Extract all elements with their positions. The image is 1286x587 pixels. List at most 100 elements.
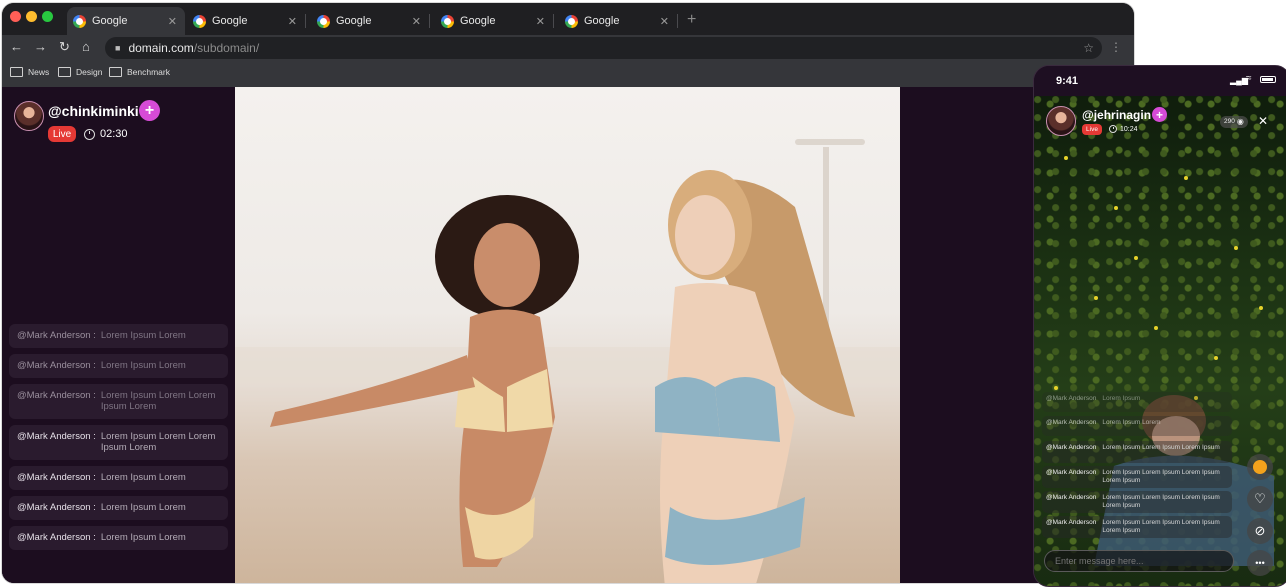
- tab-close-icon[interactable]: ✕: [168, 15, 177, 28]
- phone-chat-message: @Mark Anderson Lorem Ipsum Lorem Ipsum L…: [1042, 516, 1232, 538]
- chat-text: Lorem Ipsum Lorem: [100, 502, 186, 513]
- google-favicon-icon: [73, 14, 86, 28]
- google-favicon-icon: [317, 14, 330, 28]
- phone-streamer-username[interactable]: @jehrinagin: [1082, 108, 1151, 122]
- tab-close-icon[interactable]: ✕: [412, 15, 421, 28]
- stream-duration: 02:30: [100, 128, 128, 140]
- chat-username: @Mark Anderson: [1046, 444, 1097, 451]
- tab-close-icon[interactable]: ✕: [660, 15, 669, 28]
- chat-username: @Mark Anderson: [1046, 469, 1097, 476]
- streamer-username[interactable]: @chinkiminki: [48, 103, 139, 119]
- google-favicon-icon: [193, 14, 206, 28]
- chat-text: Lorem Ipsum Lorem: [100, 330, 186, 341]
- chat-message: @Mark Anderson : Lorem Ipsum Lorem Lorem…: [9, 425, 228, 460]
- google-favicon-icon: [565, 14, 578, 28]
- bookmark-design[interactable]: Design: [58, 67, 102, 77]
- streamer-avatar[interactable]: [14, 101, 44, 131]
- like-heart-button[interactable]: ♡: [1247, 486, 1273, 512]
- chat-text: Lorem Ipsum Lorem Lorem Ipsum Lorem: [100, 390, 216, 412]
- live-video-frame[interactable]: [235, 87, 900, 583]
- chat-text: Lorem Ipsum Lorem Ipsum Lorem Ipsum Lore…: [1102, 469, 1220, 484]
- bookmark-star-icon[interactable]: ☆: [1083, 41, 1094, 55]
- wifi-icon: ≈: [1246, 73, 1252, 84]
- more-options-button[interactable]: •••: [1247, 550, 1273, 576]
- phone-follow-plus-button[interactable]: +: [1152, 107, 1167, 122]
- close-stream-button[interactable]: ✕: [1258, 114, 1268, 128]
- home-icon[interactable]: ⌂: [82, 39, 90, 54]
- phone-chat-message: @Mark Anderson Lorem Ipsum Lorem Ipsum L…: [1042, 441, 1232, 463]
- bookmark-label: Benchmark: [127, 67, 170, 77]
- lock-icon: ■: [115, 43, 121, 53]
- chat-username: @Mark Anderson: [1046, 519, 1097, 526]
- bookmark-news[interactable]: News: [10, 67, 49, 77]
- chat-text: Lorem Ipsum: [1102, 395, 1141, 402]
- bookmarks-bar: News Design Benchmark: [2, 61, 1134, 88]
- bookmark-label: Design: [76, 67, 103, 77]
- chat-username: @Mark Anderson: [1046, 395, 1097, 402]
- tab-close-icon[interactable]: ✕: [536, 15, 545, 28]
- address-bar[interactable]: ■ domain.com /subdomain/ ☆: [105, 37, 1102, 59]
- menu-kebab-icon[interactable]: ⋮: [1110, 40, 1122, 54]
- mute-button[interactable]: ⊘: [1247, 518, 1273, 544]
- gift-coin-button[interactable]: [1247, 454, 1273, 480]
- phone-chat-message: @Mark Anderson Lorem Ipsum Lorem Ipsum L…: [1042, 466, 1232, 488]
- google-favicon-icon: [441, 14, 454, 28]
- chat-username: @Mark Anderson :: [17, 472, 96, 483]
- tab-label: Google: [460, 15, 496, 27]
- coin-icon: [1253, 460, 1267, 474]
- chat-username: @Mark Anderson :: [17, 431, 96, 442]
- battery-icon: [1260, 76, 1276, 83]
- muted-icon: ⊘: [1254, 523, 1266, 538]
- chat-message: @Mark Anderson : Lorem Ipsum Lorem: [9, 496, 228, 520]
- chat-text: Lorem Ipsum Lorem Ipsum Lorem Ipsum: [1102, 444, 1220, 451]
- tab-label: Google: [92, 15, 128, 27]
- maximize-window-button[interactable]: [42, 11, 53, 22]
- phone-status-bar: 9:41 ▂▄▆ ≈: [1034, 66, 1286, 96]
- tab-label: Google: [336, 15, 372, 27]
- tab-close-icon[interactable]: ✕: [288, 15, 297, 28]
- tab-5[interactable]: Google ✕: [559, 7, 678, 35]
- phone-stream-timer: 10:24: [1109, 125, 1138, 133]
- reload-icon[interactable]: ↻: [59, 39, 70, 55]
- viewer-count-badge: 290 ◉: [1220, 116, 1248, 128]
- minimize-window-button[interactable]: [26, 11, 37, 22]
- heart-icon: ♡: [1254, 491, 1266, 506]
- tab-separator: [429, 14, 430, 28]
- chat-username: @Mark Anderson :: [17, 330, 96, 341]
- tab-3[interactable]: Google ✕: [311, 7, 430, 35]
- chat-username: @Mark Anderson :: [17, 390, 96, 401]
- follow-plus-button[interactable]: +: [139, 100, 160, 121]
- close-window-button[interactable]: [10, 11, 21, 22]
- tab-separator: [553, 14, 554, 28]
- browser-toolbar: ← → ↻ ⌂ ■ domain.com /subdomain/ ☆ ⋮: [2, 35, 1134, 61]
- bookmark-benchmark[interactable]: Benchmark: [109, 67, 170, 77]
- phone-streamer-avatar[interactable]: [1046, 106, 1076, 136]
- chat-text: Lorem Ipsum Lorem Lorem Ipsum Lorem: [100, 431, 216, 453]
- alarm-clock-icon: [1109, 125, 1117, 133]
- chat-username: @Mark Anderson :: [17, 360, 96, 371]
- chat-message: @Mark Anderson : Lorem Ipsum Lorem: [9, 354, 228, 378]
- folder-icon: [109, 67, 122, 77]
- tab-2[interactable]: Google ✕: [187, 7, 306, 35]
- beach-video-illustration: [235, 139, 900, 583]
- chat-message: @Mark Anderson : Lorem Ipsum Lorem: [9, 526, 228, 550]
- url-domain: domain.com: [128, 41, 194, 55]
- phone-chat-message: @Mark Anderson Lorem Ipsum Lorem: [1042, 416, 1232, 436]
- new-tab-button[interactable]: +: [687, 11, 696, 29]
- stream-sidebar: @chinkiminki + Live 02:30 @Mark Anderson…: [2, 87, 235, 583]
- phone-chat-message: @Mark Anderson Lorem Ipsum Lorem Ipsum L…: [1042, 491, 1232, 513]
- tab-4[interactable]: Google ✕: [435, 7, 554, 35]
- tab-strip: Google ✕ Google ✕ Google ✕ Google ✕ Goog…: [2, 3, 1134, 35]
- chat-text: Lorem Ipsum Lorem: [1102, 419, 1161, 426]
- chat-text: Lorem Ipsum Lorem: [100, 360, 186, 371]
- tab-1[interactable]: Google ✕: [67, 7, 185, 35]
- phone-chat-message: @Mark Anderson Lorem Ipsum: [1042, 392, 1232, 412]
- back-arrow-icon[interactable]: ←: [10, 39, 23, 54]
- live-badge: Live: [48, 126, 76, 142]
- url-path: /subdomain/: [193, 41, 260, 55]
- phone-live-feed[interactable]: @jehrinagin + Live 10:24 290 ◉ ✕ @Mark A…: [1034, 96, 1286, 586]
- folder-icon: [58, 67, 71, 77]
- forward-arrow-icon[interactable]: →: [34, 39, 47, 54]
- chat-text: Lorem Ipsum Lorem Ipsum Lorem Ipsum Lore…: [1102, 494, 1220, 509]
- chat-text: Lorem Ipsum Lorem Ipsum Lorem Ipsum Lore…: [1102, 519, 1220, 534]
